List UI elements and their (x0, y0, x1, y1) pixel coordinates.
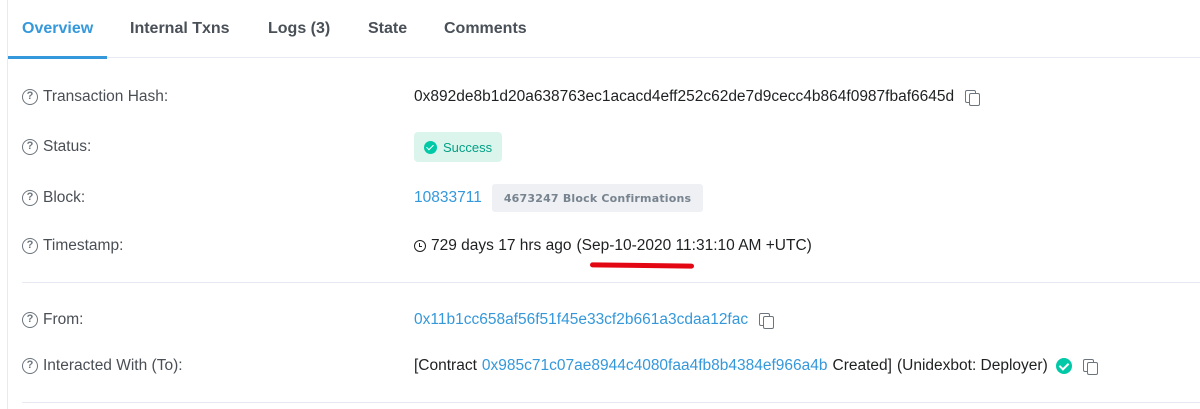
help-icon[interactable]: ? (22, 238, 38, 254)
interacted-with-label: Interacted With (To): (43, 357, 183, 374)
help-icon[interactable]: ? (22, 190, 38, 206)
copy-icon[interactable] (1082, 358, 1098, 375)
help-icon[interactable]: ? (22, 358, 38, 374)
from-label: From: (43, 311, 84, 328)
help-icon[interactable]: ? (22, 139, 38, 155)
help-icon[interactable]: ? (22, 89, 38, 105)
tab-internal-txns[interactable]: Internal Txns (130, 0, 230, 58)
status-value: Success (443, 139, 493, 155)
contract-name: (Unidexbot: Deployer) (896, 357, 1048, 374)
copy-icon[interactable] (758, 312, 775, 329)
contract-suffix: Created] (832, 357, 892, 374)
divider (22, 282, 1200, 283)
verified-check-icon (1055, 358, 1072, 374)
contract-prefix: [Contract (414, 357, 477, 374)
row-from: ? From: 0x11b1cc658af56f51f45e33cf2b661a… (8, 300, 1200, 340)
transaction-hash-value: 0x892de8b1d20a638763ec1acacd4eff252c62de… (414, 88, 955, 105)
row-transaction-hash: ? Transaction Hash: 0x892de8b1d20a638763… (8, 77, 1200, 117)
status-label: Status: (43, 138, 92, 155)
row-status: ? Status: Success (8, 127, 1200, 167)
tab-comments[interactable]: Comments (444, 0, 527, 58)
status-badge: Success (414, 132, 503, 162)
block-confirmations-badge: 4673247 Block Confirmations (491, 184, 704, 212)
transaction-hash-label: Transaction Hash: (43, 88, 169, 105)
block-label: Block: (43, 189, 86, 206)
tab-logs[interactable]: Logs (3) (268, 0, 330, 58)
divider (22, 402, 1200, 403)
timestamp-datetime: (Sep-10-2020 11:31:10 AM +UTC) (576, 237, 812, 254)
timestamp-label: Timestamp: (43, 237, 124, 254)
red-underline-annotation (589, 262, 695, 269)
transaction-details-card: Overview Internal Txns Logs (3) State Co… (7, 0, 1200, 409)
from-address-link[interactable]: 0x11b1cc658af56f51f45e33cf2b661a3cdaa12f… (414, 311, 748, 329)
clock-icon (414, 240, 426, 252)
row-block: ? Block: 10833711 4673247 Block Confirma… (8, 178, 1200, 218)
timestamp-ago: 729 days 17 hrs ago (431, 237, 572, 254)
row-timestamp: ? Timestamp: 729 days 17 hrs ago (Sep-10… (8, 226, 1200, 266)
contract-address-link[interactable]: 0x985c71c07ae8944c4080faa4fb8b4384ef966a… (482, 357, 828, 375)
copy-icon[interactable] (964, 89, 981, 106)
block-number-link[interactable]: 10833711 (414, 189, 482, 207)
check-circle-icon (424, 140, 437, 154)
tab-bar: Overview Internal Txns Logs (3) State Co… (7, 0, 1200, 59)
help-icon[interactable]: ? (22, 312, 38, 328)
tab-overview[interactable]: Overview (7, 0, 108, 59)
row-interacted-with: ? Interacted With (To): [Contract 0x985c… (8, 346, 1200, 386)
tab-state[interactable]: State (368, 0, 407, 58)
